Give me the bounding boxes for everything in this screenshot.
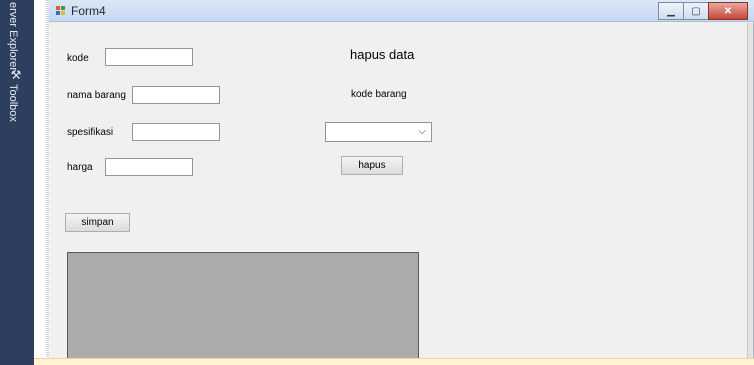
minimize-button[interactable]: ▁ — [658, 2, 684, 20]
window-controls: ▁ ▢ ✕ — [658, 2, 748, 20]
spesifikasi-label: spesifikasi — [67, 127, 114, 138]
simpan-button[interactable]: simpan — [65, 213, 130, 232]
hapus-button[interactable]: hapus — [341, 156, 403, 175]
close-button[interactable]: ✕ — [708, 2, 748, 20]
kode-barang-label: kode barang — [351, 89, 407, 100]
screen: erver Explorer ⚒ Toolbox Form4 ▁ ▢ ✕ kod… — [0, 0, 754, 365]
toolbox-tab[interactable]: Toolbox — [7, 84, 19, 122]
form-icon — [56, 6, 66, 16]
window-title: Form4 — [71, 4, 106, 18]
form-window: Form4 ▁ ▢ ✕ kode nama barang spesifikasi… — [49, 0, 754, 362]
ide-gap — [34, 0, 46, 365]
nama-barang-input[interactable] — [132, 86, 220, 104]
designer-bottom-edge — [34, 358, 754, 365]
server-explorer-tab[interactable]: erver Explorer — [7, 2, 19, 71]
hapus-data-heading: hapus data — [350, 47, 415, 62]
title-bar[interactable]: Form4 ▁ ▢ ✕ — [49, 0, 754, 22]
kode-label: kode — [67, 53, 89, 64]
chevron-down-icon[interactable]: ⌵ — [417, 126, 427, 138]
minimize-icon: ▁ — [667, 5, 675, 17]
maximize-button[interactable]: ▢ — [683, 2, 709, 20]
kode-input[interactable] — [105, 48, 193, 66]
spesifikasi-input[interactable] — [132, 123, 220, 141]
ide-side-tabs: erver Explorer ⚒ Toolbox — [7, 2, 27, 202]
toolbox-icon[interactable]: ⚒ — [9, 68, 23, 82]
maximize-icon: ▢ — [691, 5, 701, 17]
ide-sidebar: erver Explorer ⚒ Toolbox — [0, 0, 34, 365]
data-grid-view[interactable] — [67, 252, 419, 362]
kode-barang-combobox[interactable]: ⌵ — [325, 122, 432, 142]
nama-barang-label: nama barang — [67, 90, 126, 101]
designer-scrollbar[interactable] — [747, 23, 753, 358]
harga-label: harga — [67, 162, 93, 173]
harga-input[interactable] — [105, 158, 193, 176]
form-client-area: kode nama barang spesifikasi harga simpa… — [49, 23, 754, 362]
close-icon: ✕ — [723, 5, 733, 17]
